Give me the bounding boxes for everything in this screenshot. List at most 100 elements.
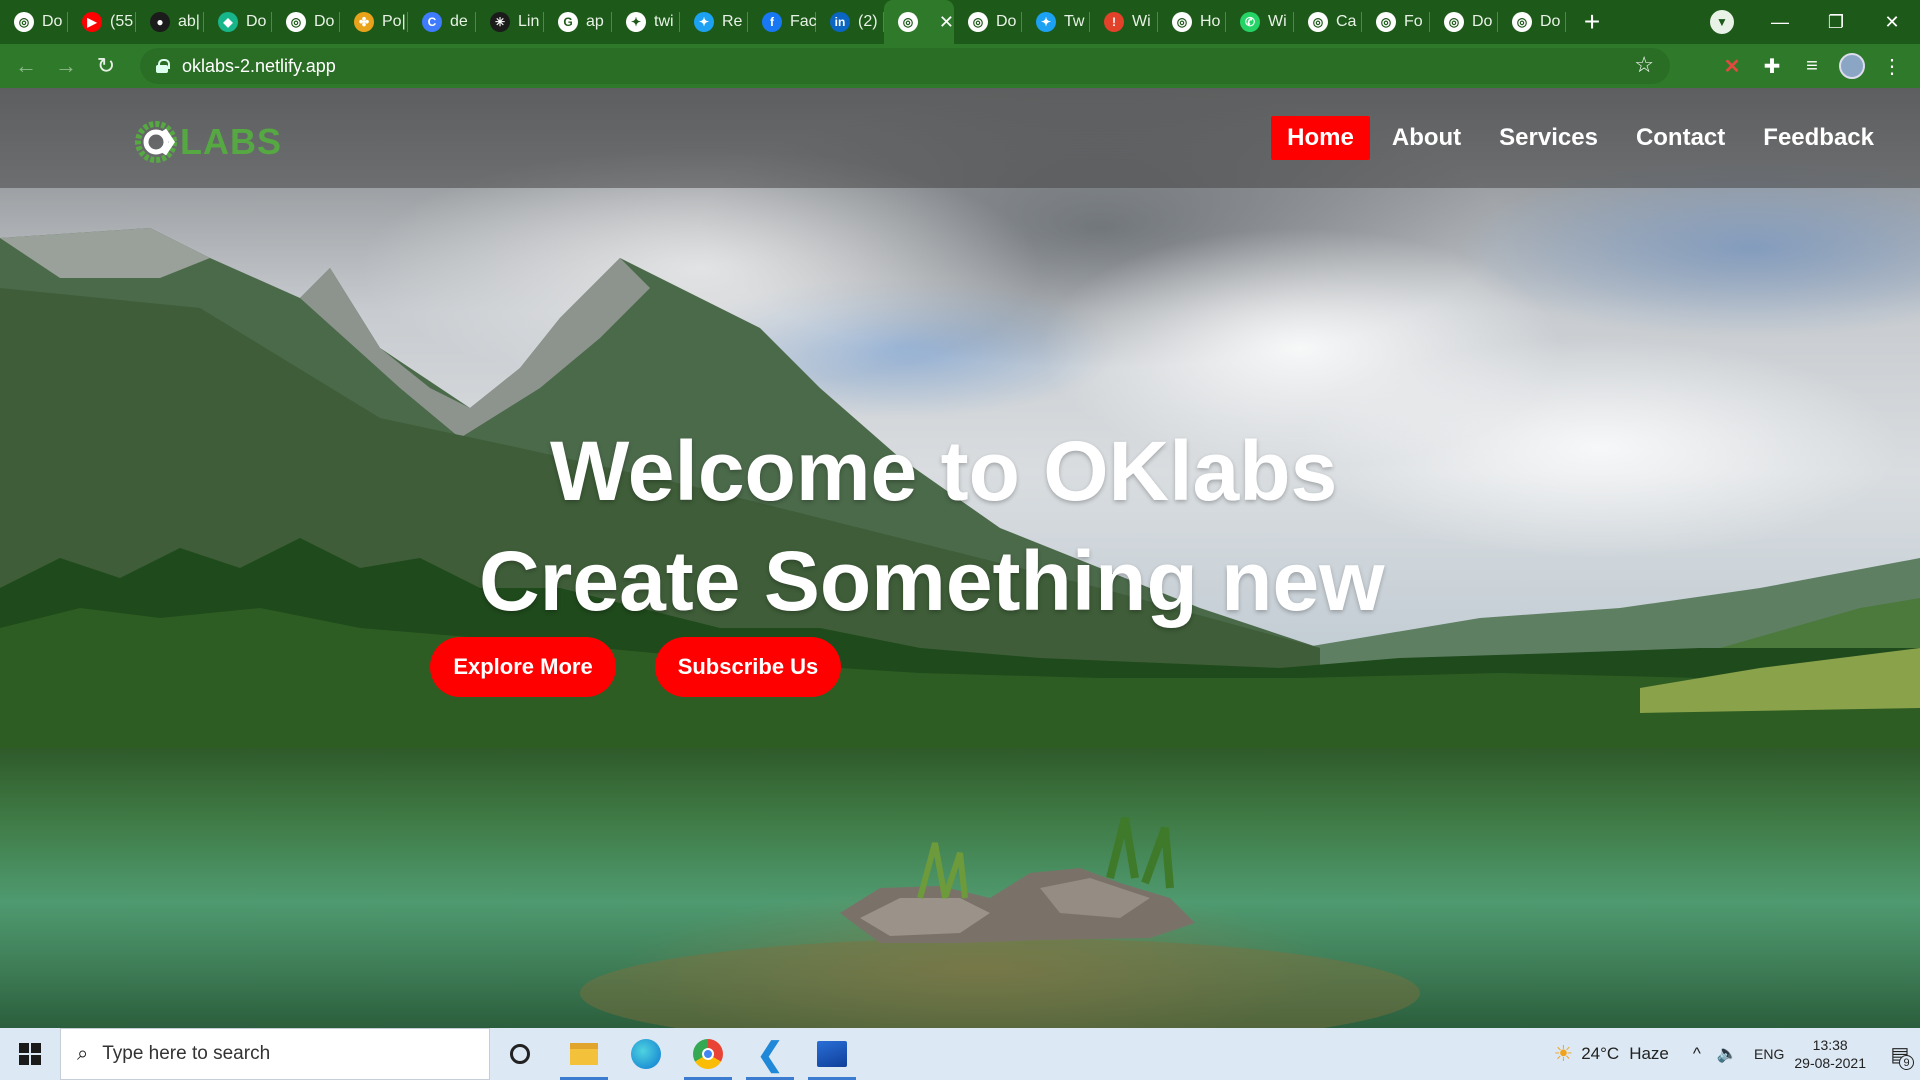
globe-icon: ◎	[898, 12, 918, 32]
photos-icon[interactable]	[804, 1028, 860, 1080]
taskbar: ⌕ Type here to search ❮ ☀ 24°C Haze ^ 🔈 …	[0, 1028, 1920, 1080]
twitter-icon: ✦	[1036, 12, 1056, 32]
tab-title: Fac	[790, 13, 816, 30]
tab-title: ab|	[178, 13, 200, 30]
main-nav: Home About Services Contact Feedback	[1265, 116, 1890, 160]
tab-title: twi	[654, 13, 674, 30]
browser-tab[interactable]: ◎ Do	[1430, 0, 1498, 44]
whatsapp-icon: ✆	[1240, 12, 1260, 32]
browser-tab[interactable]: ◎ Fo	[1362, 0, 1430, 44]
close-tab-icon[interactable]: ✕	[939, 12, 954, 33]
tab-title: Po|	[382, 13, 406, 30]
pinwheel-icon: ✤	[354, 12, 374, 32]
browser-tab[interactable]: ◎ Ca	[1294, 0, 1362, 44]
tray-chevron-icon[interactable]: ^	[1693, 1044, 1701, 1064]
browser-tab[interactable]: f Fac	[748, 0, 816, 44]
tab-title: Do	[314, 13, 335, 30]
globe-icon: ◎	[286, 12, 306, 32]
browser-tab[interactable]: ✦ twi	[612, 0, 680, 44]
browser-tab[interactable]: ◎ Do	[954, 0, 1022, 44]
tab-active[interactable]: ◎ ✕	[884, 0, 954, 44]
diamond-icon: ◆	[218, 12, 238, 32]
youtube-icon: ▶	[82, 12, 102, 32]
browser-tab[interactable]: ✤ Po|	[340, 0, 408, 44]
cortana-icon[interactable]	[492, 1028, 548, 1080]
hero-title: Welcome to OKlabs	[550, 424, 1338, 518]
minimize-button[interactable]: —	[1752, 0, 1808, 44]
browser-tab[interactable]: ✦ Re	[680, 0, 748, 44]
page-viewport: LABS Home About Services Contact Feedback We…	[0, 88, 1920, 1028]
tab-title: Do	[246, 13, 267, 30]
tab-title: Do	[996, 13, 1017, 30]
weather-temp[interactable]: 24°C	[1581, 1044, 1619, 1064]
tab-title: Do	[42, 13, 63, 30]
subscribe-button[interactable]: Subscribe Us	[655, 637, 841, 697]
globe-icon: ◎	[14, 12, 34, 32]
browser-tab[interactable]: ✳ Lin	[476, 0, 544, 44]
clock-date: 29-08-2021	[1794, 1055, 1866, 1071]
browser-tab[interactable]: ✆ Wi	[1226, 0, 1294, 44]
clock[interactable]: 13:38 29-08-2021	[1794, 1036, 1866, 1072]
browser-tab[interactable]: ◎ Ho	[1158, 0, 1226, 44]
back-button[interactable]: ←	[6, 46, 46, 86]
globe-icon: ◎	[1444, 12, 1464, 32]
oklabs-logo[interactable]: LABS	[128, 116, 282, 168]
browser-tab[interactable]: ● ab|	[136, 0, 204, 44]
browser-tab[interactable]: Gap	[544, 0, 612, 44]
lock-icon	[156, 59, 170, 73]
clock-time: 13:38	[1812, 1037, 1848, 1053]
profile-avatar[interactable]	[1836, 50, 1868, 82]
tab-title: Do	[1540, 13, 1561, 30]
c-icon: C	[422, 12, 442, 32]
tab-search-icon[interactable]: ▼	[1710, 10, 1734, 34]
browser-tab[interactable]: Cde	[408, 0, 476, 44]
browser-tab[interactable]: ◆ Do	[204, 0, 272, 44]
extensions-puzzle-icon[interactable]: ✚	[1756, 50, 1788, 82]
edge-browser-icon[interactable]	[618, 1028, 674, 1080]
logo-text: LABS	[180, 121, 282, 162]
browser-tab[interactable]: ▶ (55	[68, 0, 136, 44]
url-text: oklabs-2.netlify.app	[182, 55, 336, 76]
file-explorer-icon[interactable]	[556, 1028, 612, 1080]
browser-tab[interactable]: ! Wi	[1090, 0, 1158, 44]
browser-tab[interactable]: ◎ Do	[0, 0, 68, 44]
tab-title: (2)	[858, 13, 878, 30]
tab-title: Fo	[1404, 13, 1423, 30]
close-window-button[interactable]: ✕	[1864, 0, 1920, 44]
nav-feedback[interactable]: Feedback	[1747, 116, 1890, 160]
new-tab-button[interactable]: +	[1570, 0, 1614, 44]
media-queue-icon[interactable]: ≡	[1796, 50, 1828, 82]
browser-tab[interactable]: ◎ Do	[272, 0, 340, 44]
tab-title: Ho	[1200, 13, 1221, 30]
browser-tab[interactable]: ◎ Do	[1498, 0, 1566, 44]
bookmark-star-icon[interactable]: ☆	[1634, 52, 1654, 78]
restore-button[interactable]: ❐	[1808, 0, 1864, 44]
address-bar[interactable]: oklabs-2.netlify.app ☆	[140, 48, 1670, 84]
tab-list: ◎ Do ▶ (55 ● ab| ◆ Do ◎ Do ✤ Po| Cde ✳ Lin Gap ✦ twi ✦ Re f F…	[0, 0, 1566, 44]
browser-tab[interactable]: ✦ Tw	[1022, 0, 1090, 44]
chrome-icon[interactable]	[680, 1028, 736, 1080]
weather-text[interactable]: Haze	[1629, 1044, 1669, 1064]
vscode-icon[interactable]: ❮	[742, 1028, 798, 1080]
notification-center-icon[interactable]: ▤ 9	[1880, 1028, 1920, 1080]
windows-start-button[interactable]	[0, 1028, 60, 1080]
twitter-icon: ✦	[626, 12, 646, 32]
volume-icon[interactable]: 🔈	[1717, 1044, 1738, 1064]
nav-contact[interactable]: Contact	[1620, 116, 1741, 160]
facebook-icon: f	[762, 12, 782, 32]
explore-more-button[interactable]: Explore More	[430, 637, 616, 697]
taskbar-search[interactable]: ⌕ Type here to search	[60, 1028, 490, 1080]
browser-menu-icon[interactable]: ⋮	[1876, 50, 1908, 82]
nav-services[interactable]: Services	[1483, 116, 1614, 160]
browser-tab[interactable]: in (2)	[816, 0, 884, 44]
extension-x-icon[interactable]: ✕	[1716, 50, 1748, 82]
reload-button[interactable]: ↻	[86, 46, 126, 86]
globe-icon: ◎	[1172, 12, 1192, 32]
tab-title: Re	[722, 13, 743, 30]
tab-title: Lin	[518, 13, 540, 30]
tab-title: Tw	[1064, 13, 1085, 30]
language-indicator[interactable]: ENG	[1754, 1046, 1784, 1062]
nav-home[interactable]: Home	[1271, 116, 1370, 160]
nav-about[interactable]: About	[1376, 116, 1477, 160]
forward-button[interactable]: →	[46, 46, 86, 86]
